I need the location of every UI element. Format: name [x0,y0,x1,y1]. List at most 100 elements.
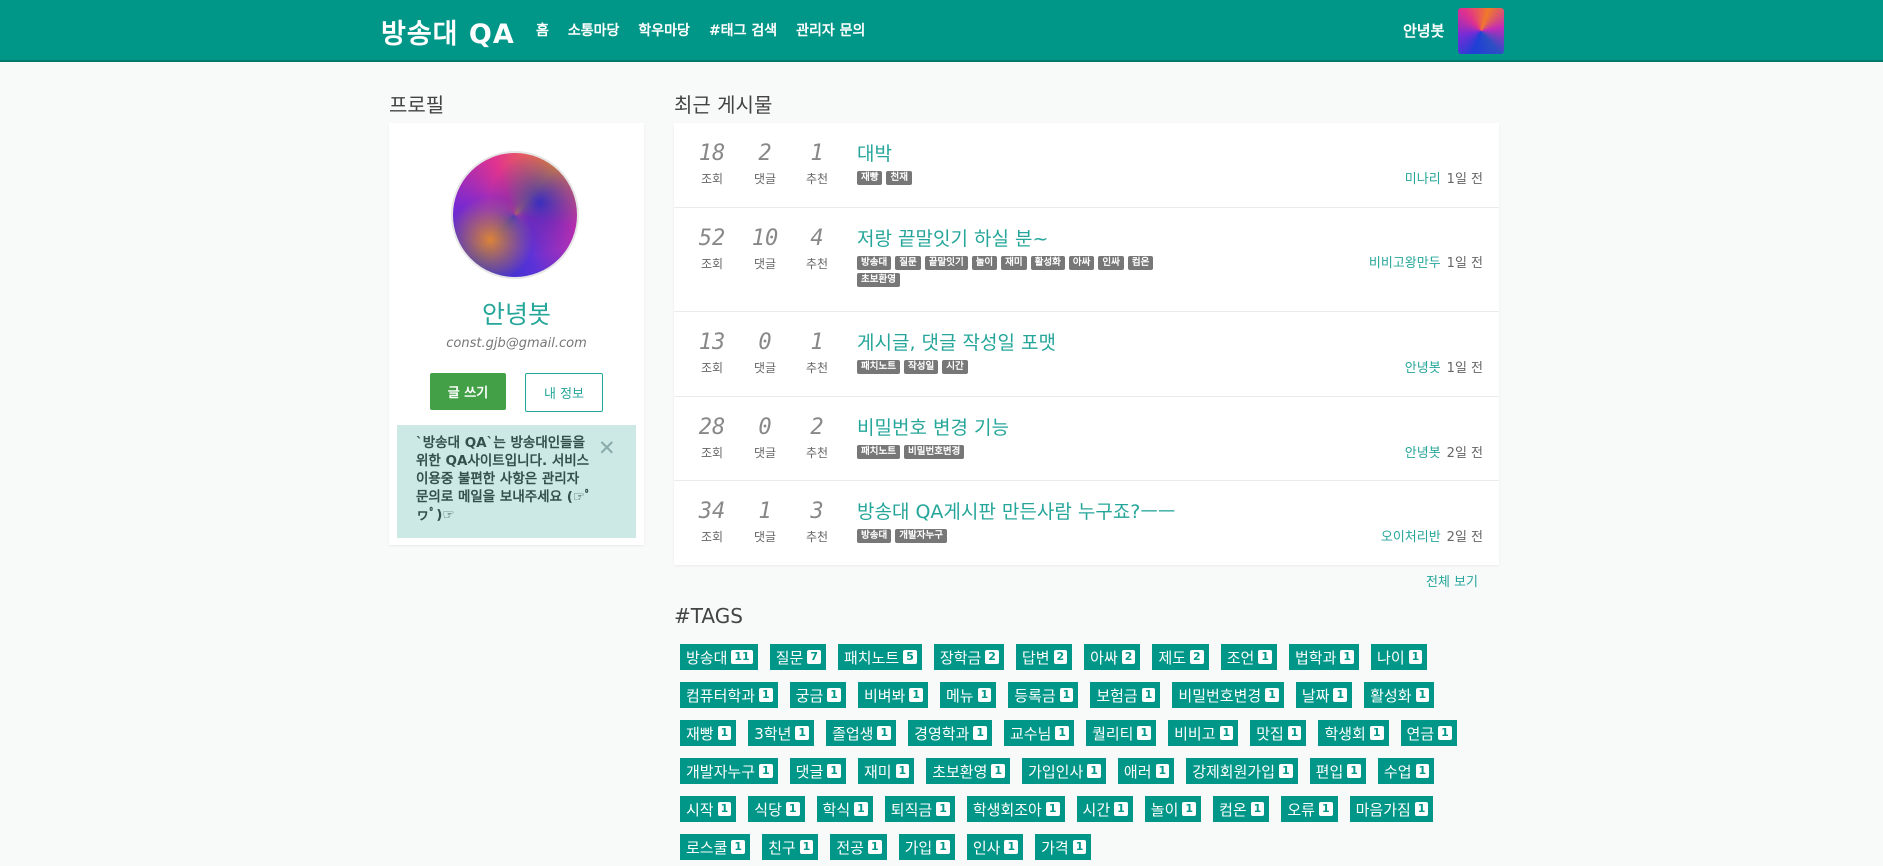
tag-chip[interactable]: 놀이 1 [1144,796,1202,822]
tag-chip[interactable]: 3학년 1 [748,720,815,746]
tag-chip[interactable]: 나이 1 [1371,644,1428,670]
tag-chip[interactable]: 학생회 1 [1318,720,1389,746]
nav-link-tag-search[interactable]: #태그 검색 [709,20,777,40]
post-tag[interactable]: 질문 [895,256,921,270]
tag-chip[interactable]: 컴온 1 [1213,796,1270,822]
tag-chip[interactable]: 친구 1 [762,834,819,860]
tag-chip[interactable]: 마음가짐 1 [1349,796,1434,822]
tag-chip[interactable]: 강제회원가입 1 [1186,758,1298,784]
post-tag[interactable]: 작성일 [903,360,939,374]
tag-chip[interactable]: 초보환영 1 [926,758,1011,784]
post-row[interactable]: 52 조회 10 댓글 4 추천 저랑 끝말잇기 하실 분~ 방송대 질문 끝말잇기 놀이 재미 활성화… [674,208,1499,312]
post-tag[interactable]: 재빵 [857,171,883,185]
post-author-link[interactable]: 오이처리반 [1381,530,1441,545]
post-title-link[interactable]: 방송대 QA게시판 만든사람 누구죠?ㅡㅡ [857,497,1175,524]
post-tag[interactable]: 천재 [886,171,912,185]
post-row[interactable]: 18 조회 2 댓글 1 추천 대박 재빵 천재 미나리 1일 전 [674,123,1499,208]
post-tag[interactable]: 시간 [942,360,968,374]
post-tag[interactable]: 초보환영 [857,273,900,287]
tag-chip[interactable]: 학생회조아 1 [966,796,1065,822]
tag-chip[interactable]: 궁금 1 [789,682,846,708]
tag-chip[interactable]: 재빵 1 [680,720,737,746]
post-author-link[interactable]: 안녕봇 [1405,361,1441,376]
tag-chip[interactable]: 학식 1 [816,796,873,822]
tag-chip[interactable]: 아싸 2 [1084,644,1141,670]
tag-chip[interactable]: 시간 1 [1076,796,1133,822]
tag-chip[interactable]: 시작 1 [680,796,737,822]
post-row[interactable]: 34 조회 1 댓글 3 추천 방송대 QA게시판 만든사람 누구죠?ㅡㅡ 방송대 개발자누구 오… [674,481,1499,565]
post-author-link[interactable]: 안녕봇 [1405,446,1441,461]
write-post-button[interactable]: 글 쓰기 [430,373,506,410]
tag-chip[interactable]: 컴퓨터학과 1 [680,682,778,708]
post-tag[interactable]: 끝말잇기 [924,256,968,270]
post-tag[interactable]: 놀이 [971,256,998,270]
post-tag[interactable]: 재미 [1001,256,1027,270]
tag-chip[interactable]: 맛집 1 [1250,720,1307,746]
brand-logo[interactable]: 방송대 QA [381,12,515,51]
tag-chip[interactable]: 보험금 1 [1090,682,1161,708]
post-author-link[interactable]: 비비고왕만두 [1369,256,1441,271]
tag-chip[interactable]: 개발자누구 1 [680,758,778,784]
post-title-link[interactable]: 비밀번호 변경 기능 [857,413,1009,440]
tag-chip[interactable]: 법학과 1 [1288,644,1360,670]
tag-chip[interactable]: 방송대 11 [680,644,758,670]
tag-chip[interactable]: 퇴직금 1 [884,796,955,822]
post-tag[interactable]: 비밀번호변경 [903,445,965,459]
nav-link-students[interactable]: 학우마당 [638,20,690,40]
tag-chip[interactable]: 가격 1 [1035,834,1092,860]
post-row[interactable]: 28 조회 0 댓글 2 추천 비밀번호 변경 기능 패치노트 비밀번호변경 안녕봇 2일 전 [674,397,1499,481]
tag-chip[interactable]: 활성화 1 [1364,682,1435,708]
tag-chip[interactable]: 비밀번호변경 1 [1172,682,1284,708]
tag-chip[interactable]: 경영학과 1 [908,720,992,746]
tag-chip[interactable]: 퀄리티 1 [1086,720,1157,746]
post-tag[interactable]: 아싸 [1068,256,1095,270]
nav-avatar[interactable] [1458,8,1504,54]
tag-chip[interactable]: 가입 1 [898,834,955,860]
post-title-link[interactable]: 게시글, 댓글 작성일 포맷 [857,328,1056,355]
post-tag[interactable]: 패치노트 [857,445,900,459]
post-tag[interactable]: 개발자누구 [895,529,947,543]
tag-chip[interactable]: 패치노트 5 [837,644,922,670]
tag-chip[interactable]: 오류 1 [1281,796,1338,822]
tag-chip[interactable]: 제도 2 [1152,644,1209,670]
tag-chip[interactable]: 애러 1 [1117,758,1175,784]
tag-chip[interactable]: 비비고 1 [1168,720,1239,746]
tag-chip[interactable]: 수업 1 [1377,758,1435,784]
tag-chip[interactable]: 식당 1 [748,796,805,822]
tag-chip[interactable]: 날짜 1 [1295,682,1353,708]
tag-chip[interactable]: 연금 1 [1400,720,1457,746]
post-tag[interactable]: 컴온 [1127,256,1154,270]
my-info-button[interactable]: 내 정보 [525,373,603,412]
nav-link-community[interactable]: 소통마당 [568,20,620,40]
nav-link-admin-contact[interactable]: 관리자 문의 [796,20,865,40]
nav-username[interactable]: 안녕봇 [1403,20,1444,41]
tag-chip[interactable]: 조언 1 [1220,644,1277,670]
tag-chip[interactable]: 장학금 2 [933,644,1004,670]
post-title-link[interactable]: 대박 [857,139,892,166]
tag-chip[interactable]: 교수님 1 [1004,720,1075,746]
see-all-link[interactable]: 전체 보기 [1426,571,1478,590]
post-tag[interactable]: 방송대 [857,256,892,270]
post-author-link[interactable]: 미나리 [1405,172,1441,187]
post-row[interactable]: 13 조회 0 댓글 1 추천 게시글, 댓글 작성일 포맷 패치노트 작성일 시간 안녕봇 1일 전 [674,312,1499,397]
tag-chip[interactable]: 재미 1 [857,758,915,784]
tag-chip[interactable]: 가입인사 1 [1022,758,1106,784]
tag-chip[interactable]: 인사 1 [966,834,1024,860]
tag-chip[interactable]: 등록금 1 [1008,682,1079,708]
tag-chip[interactable]: 로스쿨 1 [680,834,751,860]
tag-chip[interactable]: 댓글 1 [789,758,846,784]
post-tag[interactable]: 인싸 [1098,256,1124,270]
tag-chip[interactable]: 비벼봐 1 [857,682,928,708]
tag-chip[interactable]: 답변 2 [1015,644,1073,670]
tag-chip[interactable]: 질문 7 [769,644,826,670]
tag-chip[interactable]: 메뉴 1 [940,682,997,708]
post-tag[interactable]: 패치노트 [857,360,900,374]
post-tag[interactable]: 방송대 [857,529,892,543]
tag-chip[interactable]: 전공 1 [830,834,887,860]
post-title-link[interactable]: 저랑 끝말잇기 하실 분~ [857,224,1048,251]
tag-chip[interactable]: 편입 1 [1309,758,1366,784]
nav-link-home[interactable]: 홈 [536,20,549,40]
close-icon[interactable]: ✕ [598,436,616,460]
post-tag[interactable]: 활성화 [1030,256,1065,270]
tag-chip[interactable]: 졸업생 1 [826,720,897,746]
